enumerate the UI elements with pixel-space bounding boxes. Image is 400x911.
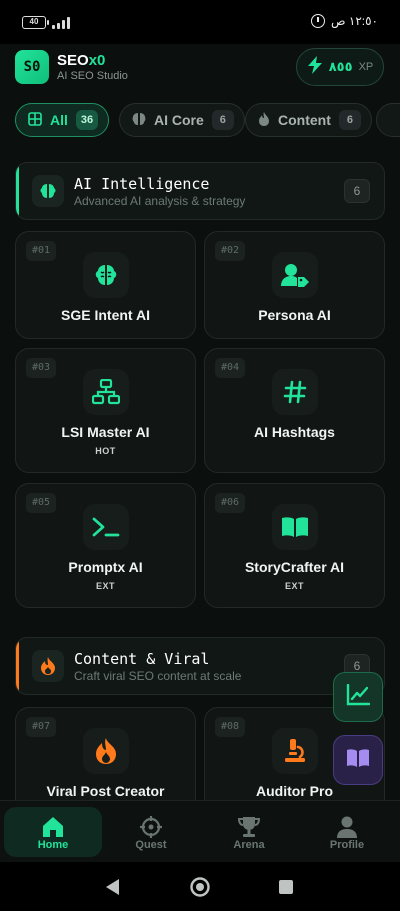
app-logo: S0 <box>15 50 49 84</box>
card-tag: HOT <box>95 446 116 456</box>
trophy-icon <box>237 815 261 839</box>
app-title-accent: x0 <box>88 52 106 69</box>
section-subtitle: Advanced AI analysis & strategy <box>74 194 246 208</box>
flame-icon <box>32 650 64 682</box>
nav-arena[interactable]: Arena <box>200 807 298 857</box>
app-subtitle: AI SEO Studio <box>57 70 128 82</box>
flame-icon <box>258 111 270 129</box>
card-number: #02 <box>215 241 246 261</box>
card-number: #05 <box>26 493 57 513</box>
card-number: #08 <box>215 717 246 737</box>
lightning-icon <box>307 55 323 79</box>
tab-label: All <box>50 112 68 128</box>
clock-time: ١٢:٥٠ ص <box>331 14 378 28</box>
card-name: LSI Master AI <box>61 424 150 440</box>
card-name: Promptx AI <box>68 559 143 575</box>
nav-label: Arena <box>233 839 265 851</box>
card-number: #07 <box>26 717 57 737</box>
hashtag-icon <box>272 369 318 415</box>
xp-unit: XP <box>358 61 374 73</box>
system-navigation-bar <box>0 862 400 911</box>
nav-quest[interactable]: Quest <box>102 807 200 857</box>
tab-ai-core[interactable]: AI Core 6 <box>119 103 245 137</box>
xp-badge[interactable]: ٨٥٥ XP <box>296 48 384 86</box>
fire-icon <box>83 728 129 774</box>
section-title: AI Intelligence <box>74 175 210 193</box>
app-header: S0 SEOx0 AI SEO Studio ٨٥٥ XP <box>0 44 400 94</box>
category-tabs: All 36 AI Core 6 Content 6 <box>0 100 400 140</box>
status-bar: 40 ١٢:٥٠ ص <box>0 0 400 44</box>
library-fab[interactable] <box>333 735 383 785</box>
tool-card-sge-intent-ai[interactable]: #01 SGE Intent AI <box>15 231 196 339</box>
back-icon[interactable] <box>104 878 120 901</box>
brain-icon <box>32 175 64 207</box>
nav-home[interactable]: Home <box>4 807 102 857</box>
card-name: AI Hashtags <box>254 424 335 440</box>
card-number: #03 <box>26 358 57 378</box>
section-title: Content & Viral <box>74 650 210 668</box>
brain-icon <box>132 112 146 129</box>
tab-more[interactable] <box>376 103 400 137</box>
section-ai-intelligence[interactable]: AI Intelligence Advanced AI analysis & s… <box>15 162 385 220</box>
section-subtitle: Craft viral SEO content at scale <box>74 669 242 683</box>
tool-card-promptx-ai[interactable]: #05 Promptx AI EXT <box>15 483 196 608</box>
recents-icon[interactable] <box>278 879 294 900</box>
xp-value: ٨٥٥ <box>328 59 353 74</box>
app-title-main: SEO <box>57 52 89 69</box>
nav-label: Quest <box>135 839 167 851</box>
nav-profile[interactable]: Profile <box>298 807 396 857</box>
tool-card-ai-hashtags[interactable]: #04 AI Hashtags <box>204 348 385 473</box>
tool-card-persona-ai[interactable]: #02 Persona AI <box>204 231 385 339</box>
nav-label: Profile <box>329 839 365 851</box>
battery-icon: 40 <box>22 16 49 29</box>
tool-card-storycrafter-ai[interactable]: #06 StoryCrafter AI EXT <box>204 483 385 608</box>
analytics-fab[interactable] <box>333 672 383 722</box>
tab-count: 6 <box>338 110 361 130</box>
section-accent-bar <box>16 638 19 694</box>
clock-area: ١٢:٥٠ ص <box>311 14 378 28</box>
card-tag: EXT <box>95 581 115 591</box>
card-name: SGE Intent AI <box>61 307 150 323</box>
card-tag: EXT <box>284 581 304 591</box>
battery-level: 40 <box>29 17 39 26</box>
home-icon <box>41 815 65 839</box>
book-icon <box>272 504 318 550</box>
user-icon <box>335 815 359 839</box>
book-open-icon <box>346 748 370 773</box>
tab-label: AI Core <box>154 112 204 128</box>
chart-line-icon <box>346 683 371 711</box>
card-name: Auditor Pro <box>256 783 333 799</box>
terminal-icon <box>83 504 129 550</box>
tab-content[interactable]: Content 6 <box>245 103 372 137</box>
tab-all[interactable]: All 36 <box>15 103 110 137</box>
signal-icon <box>52 17 72 29</box>
section-accent-bar <box>16 163 19 219</box>
tool-card-lsi-master-ai[interactable]: #03 LSI Master AI HOT <box>15 348 196 473</box>
home-circle-icon[interactable] <box>189 876 211 903</box>
nav-label: Home <box>37 839 69 851</box>
card-name: StoryCrafter AI <box>244 559 345 575</box>
brain-icon <box>83 252 129 298</box>
card-number: #01 <box>26 241 57 261</box>
alarm-icon <box>311 14 326 28</box>
card-name: Viral Post Creator <box>46 783 165 799</box>
user-tag-icon <box>272 252 318 298</box>
card-name: Persona AI <box>258 307 331 323</box>
network-icon <box>83 369 129 415</box>
section-count: 6 <box>344 179 370 203</box>
card-number: #04 <box>215 358 246 378</box>
tab-label: Content <box>278 112 331 128</box>
section-content-viral[interactable]: Content & Viral Craft viral SEO content … <box>15 637 385 695</box>
crosshair-icon <box>139 815 163 839</box>
card-number: #06 <box>215 493 246 513</box>
tab-count: 36 <box>75 110 99 130</box>
app-title: SEOx0 <box>57 52 105 69</box>
bottom-navigation: Home Quest Arena Profile <box>0 800 400 862</box>
tab-count: 6 <box>211 110 234 130</box>
grid-icon <box>28 111 42 129</box>
microscope-icon <box>272 728 318 774</box>
